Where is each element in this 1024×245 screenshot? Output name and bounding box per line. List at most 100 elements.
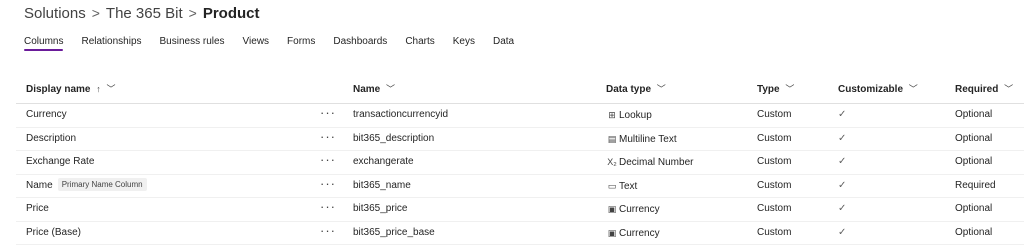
cell-display-name[interactable]: Currency: [26, 104, 67, 127]
cell-logical-name: bit365_name: [353, 179, 411, 191]
header-data-type-label: Data type: [606, 84, 652, 95]
cell-required: Optional: [955, 226, 993, 238]
display-name-text: Description: [26, 132, 77, 144]
table-row[interactable]: Price (Base) ··· bit365_price_base ▣ Currenc…: [16, 222, 1024, 245]
data-type-text: Currency: [619, 227, 660, 239]
header-customizable[interactable]: Customizable ﹀: [838, 75, 918, 103]
cell-data-type: X₂ Decimal Number: [606, 151, 693, 174]
cell-data-type: ▭ Text: [606, 175, 638, 198]
table-row[interactable]: Name Primary Name Column ··· bit365_name ▭ Te…: [16, 175, 1024, 198]
breadcrumb-solutions[interactable]: Solutions: [24, 5, 86, 22]
cell-logical-name: bit365_price: [353, 203, 408, 214]
tab-dashboards[interactable]: Dashboards: [333, 35, 387, 51]
checkmark-icon: ✓: [838, 226, 847, 238]
cell-type: Custom: [757, 179, 792, 191]
lookup-icon: ⊞: [608, 110, 616, 120]
tab-charts[interactable]: Charts: [405, 35, 434, 51]
tab-forms[interactable]: Forms: [287, 35, 315, 51]
multiline-text-icon: ▤: [607, 133, 617, 144]
table-row[interactable]: Currency ··· transactioncurrencyid ⊞ Lookup C…: [16, 104, 1024, 128]
chevron-down-icon: ﹀: [106, 84, 116, 94]
more-options-button[interactable]: ···: [320, 104, 336, 127]
cell-type: Custom: [757, 226, 792, 238]
cell-display-name[interactable]: Description: [26, 128, 76, 151]
breadcrumb-current-table: Product: [202, 4, 260, 22]
table-body: Currency ··· transactioncurrencyid ⊞ Lookup C…: [16, 104, 1024, 245]
header-data-type[interactable]: Data type ﹀: [606, 75, 666, 103]
breadcrumb-separator: >: [188, 5, 197, 21]
table-row[interactable]: Description ··· bit365_description ▤ Multili…: [16, 128, 1024, 151]
cell-type: Custom: [757, 203, 792, 214]
chevron-down-icon: ﹀: [656, 84, 666, 94]
more-options-button[interactable]: ···: [320, 175, 336, 198]
display-name-text: Name: [26, 179, 53, 191]
table-row[interactable]: Exchange Rate ··· exchangerate X₂ Decimal Nu…: [16, 151, 1024, 175]
tab-bar: Columns Relationships Business rules Vie…: [24, 35, 532, 55]
breadcrumb: Solutions > The 365 Bit > Product: [24, 4, 259, 22]
cell-required: Required: [955, 179, 996, 191]
tab-business-rules[interactable]: Business rules: [160, 35, 225, 51]
cell-display-name[interactable]: Price (Base): [26, 222, 81, 245]
cell-data-type: ▤ Multiline Text: [606, 128, 677, 151]
cell-customizable: ✓: [838, 175, 846, 198]
more-options-button[interactable]: ···: [320, 198, 336, 221]
text-icon: ▭: [607, 180, 617, 191]
data-type-text: Lookup: [619, 109, 652, 121]
cell-logical-name: bit365_price_base: [353, 226, 435, 238]
cell-data-type: ⊞ Lookup: [606, 104, 652, 127]
header-display-name[interactable]: Display name ↑ ﹀: [26, 75, 116, 103]
table-header: Display name ↑ ﹀ Name ﹀ Data type ﹀ Type…: [16, 75, 1024, 104]
header-type-label: Type: [757, 84, 780, 95]
chevron-down-icon: ﹀: [908, 84, 918, 94]
cell-customizable: ✓: [838, 151, 846, 174]
tab-views[interactable]: Views: [243, 35, 270, 51]
header-type[interactable]: Type ﹀: [757, 75, 794, 103]
decimal-number-icon: X₂: [607, 157, 617, 167]
checkmark-icon: ✓: [838, 156, 847, 167]
checkmark-icon: ✓: [838, 109, 847, 120]
header-display-name-label: Display name: [26, 84, 91, 95]
cell-required: Optional: [955, 109, 993, 120]
tab-keys[interactable]: Keys: [453, 35, 475, 51]
display-name-text: Currency: [26, 109, 67, 120]
checkmark-icon: ✓: [838, 179, 847, 191]
currency-icon: ▣: [607, 204, 617, 214]
cell-display-name[interactable]: Exchange Rate: [26, 151, 94, 174]
header-required-label: Required: [955, 84, 999, 95]
checkmark-icon: ✓: [838, 203, 847, 214]
cell-customizable: ✓: [838, 198, 846, 221]
cell-data-type: ▣ Currency: [606, 198, 660, 221]
header-name[interactable]: Name ﹀: [353, 75, 395, 103]
more-options-button[interactable]: ···: [320, 151, 336, 174]
more-options-button[interactable]: ···: [320, 222, 336, 245]
header-name-label: Name: [353, 84, 381, 95]
display-name-text: Price (Base): [26, 226, 82, 238]
cell-customizable: ✓: [838, 104, 846, 127]
cell-logical-name: bit365_description: [353, 132, 435, 144]
primary-name-badge: Primary Name Column: [57, 178, 147, 192]
cell-type: Custom: [757, 109, 792, 120]
table-row[interactable]: Price ··· bit365_price ▣ Currency Custom ✓ Opti…: [16, 198, 1024, 222]
breadcrumb-solution-name[interactable]: The 365 Bit: [106, 5, 183, 22]
checkmark-icon: ✓: [838, 132, 847, 144]
currency-icon: ▣: [607, 227, 617, 238]
cell-logical-name: transactioncurrencyid: [353, 109, 449, 120]
cell-required: Optional: [955, 203, 993, 214]
cell-logical-name: exchangerate: [353, 156, 414, 167]
tab-relationships[interactable]: Relationships: [81, 35, 141, 51]
cell-display-name[interactable]: Name Primary Name Column: [26, 175, 147, 198]
data-type-text: Decimal Number: [619, 156, 694, 168]
chevron-down-icon: ﹀: [1004, 84, 1014, 94]
cell-display-name[interactable]: Price: [26, 198, 49, 221]
tab-columns[interactable]: Columns: [24, 35, 64, 51]
chevron-down-icon: ﹀: [785, 84, 795, 94]
more-options-button[interactable]: ···: [320, 128, 336, 151]
header-required[interactable]: Required ﹀: [955, 75, 1013, 103]
tab-data[interactable]: Data: [493, 35, 514, 51]
chevron-down-icon: ﹀: [386, 84, 396, 94]
cell-customizable: ✓: [838, 222, 846, 245]
columns-table: Display name ↑ ﹀ Name ﹀ Data type ﹀ Type…: [16, 75, 1024, 245]
display-name-text: Price: [26, 203, 49, 214]
cell-required: Optional: [955, 132, 993, 144]
cell-type: Custom: [757, 132, 792, 144]
